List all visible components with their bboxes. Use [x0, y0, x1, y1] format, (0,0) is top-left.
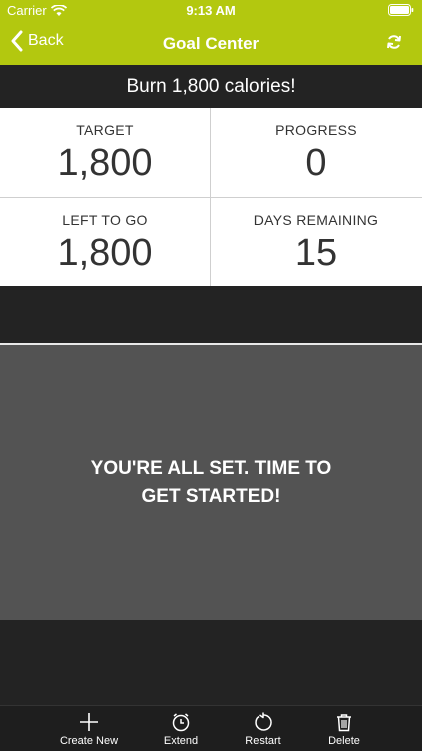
bottom-spacer: [0, 620, 422, 705]
header: Carrier 9:13 AM Back Goal Center: [0, 0, 422, 65]
clock: 9:13 AM: [186, 3, 236, 18]
restart-button[interactable]: Restart: [223, 706, 303, 751]
stat-value: 15: [294, 232, 338, 274]
delete-button[interactable]: Delete: [304, 706, 384, 751]
create-new-button[interactable]: Create New: [49, 706, 129, 751]
message-panel: YOU'RE ALL SET. TIME TO GET STARTED!: [0, 345, 422, 620]
extend-button[interactable]: Extend: [141, 706, 221, 751]
stats-grid: TARGET 1,800 PROGRESS 0 LEFT TO GO 1,800…: [0, 108, 422, 286]
stat-label: LEFT TO GO: [62, 212, 148, 228]
stat-days-remaining: DAYS REMAINING 15: [211, 198, 421, 286]
nav-bar: Back Goal Center: [0, 22, 422, 65]
restart-icon: [255, 712, 272, 731]
page-title: Goal Center: [162, 34, 260, 53]
restart-label: Restart: [245, 735, 281, 747]
stat-left-to-go: LEFT TO GO 1,800: [0, 198, 210, 286]
extend-label: Extend: [163, 735, 199, 747]
battery-icon: [388, 4, 414, 16]
goal-banner: Burn 1,800 calories!: [0, 65, 422, 108]
stat-value: 0: [305, 142, 327, 184]
create-new-label: Create New: [59, 735, 119, 747]
plus-icon: [80, 713, 98, 731]
stat-value: 1,800: [57, 232, 153, 274]
trash-icon: [337, 714, 351, 732]
refresh-icon[interactable]: [386, 34, 402, 50]
stat-label: PROGRESS: [275, 122, 357, 138]
bottom-toolbar: Create New Extend Restart Delete: [0, 705, 422, 751]
stat-label: TARGET: [76, 122, 134, 138]
status-message: YOU'RE ALL SET. TIME TO GET STARTED!: [90, 457, 332, 507]
stat-label: DAYS REMAINING: [253, 212, 379, 228]
spacer: [0, 286, 422, 343]
status-bar: Carrier 9:13 AM: [0, 0, 422, 22]
stat-progress: PROGRESS 0: [211, 108, 421, 196]
alarm-clock-icon: [172, 713, 190, 732]
delete-label: Delete: [328, 735, 360, 747]
stat-target: TARGET 1,800: [0, 108, 210, 196]
grid-divider-horizontal: [0, 197, 422, 198]
stat-value: 1,800: [57, 142, 153, 184]
